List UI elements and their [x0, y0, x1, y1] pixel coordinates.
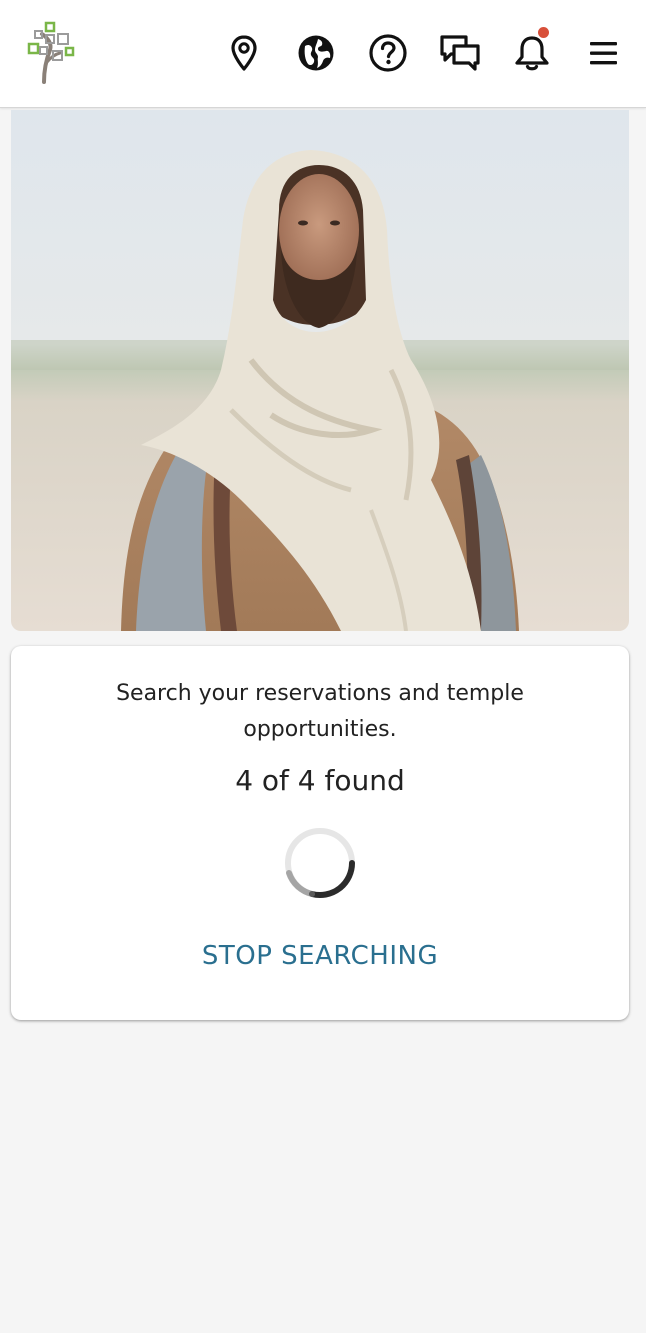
- chat-icon[interactable]: [440, 33, 480, 73]
- hero-image: [11, 110, 629, 631]
- help-icon[interactable]: [368, 33, 408, 73]
- loading-spinner-icon: [284, 827, 356, 899]
- globe-icon[interactable]: [296, 33, 336, 73]
- location-pin-icon[interactable]: [224, 33, 264, 73]
- bell-icon[interactable]: [512, 33, 552, 73]
- found-count: 4 of 4 found: [235, 764, 405, 797]
- search-message: Search your reservations and temple oppo…: [116, 681, 524, 742]
- notification-badge: [538, 27, 549, 38]
- stop-searching-button[interactable]: STOP SEARCHING: [170, 928, 470, 984]
- family-tree-logo-icon[interactable]: [26, 20, 78, 84]
- app-header: [0, 0, 646, 108]
- search-status-card: Search your reservations and temple oppo…: [11, 646, 629, 1020]
- menu-icon[interactable]: [584, 33, 624, 73]
